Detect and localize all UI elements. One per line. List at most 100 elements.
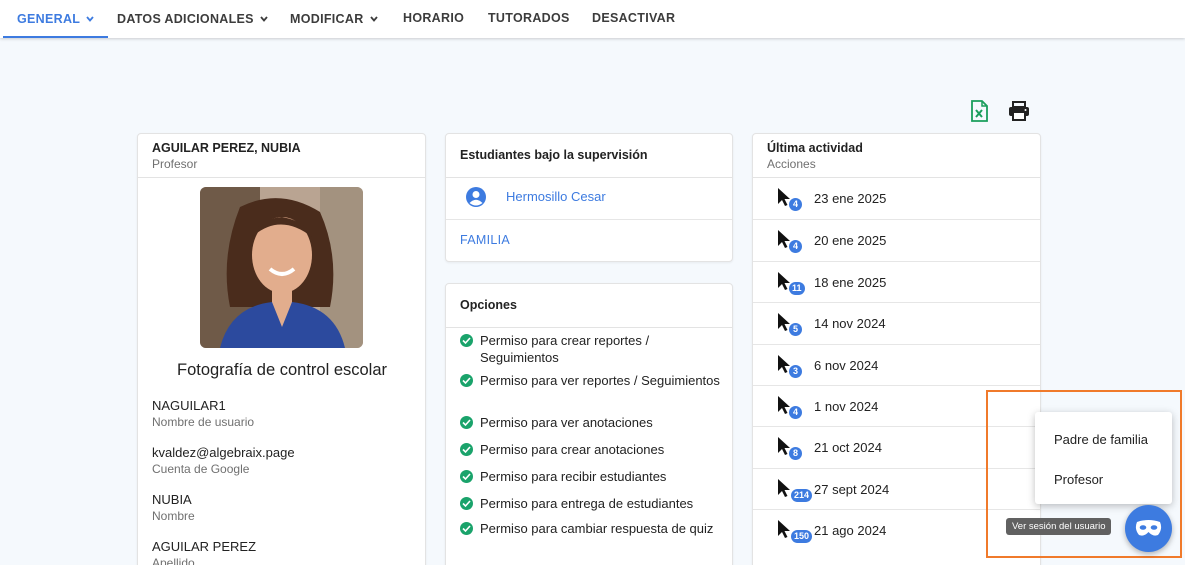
field-value: kvaldez@algebraix.page: [152, 445, 295, 460]
options-header: Opciones: [446, 284, 732, 328]
options-card: Opciones Permiso para crear reportes / S…: [445, 283, 733, 565]
print-icon[interactable]: [1008, 101, 1030, 126]
action-count-badge: 8: [789, 447, 802, 461]
student-link[interactable]: Hermosillo Cesar: [506, 189, 606, 204]
excel-icon[interactable]: [970, 100, 988, 127]
option-item: Permiso para ver reportes / Seguimientos: [460, 372, 730, 389]
option-label: Permiso para recibir estudiantes: [480, 469, 667, 484]
cursor-icon: [777, 478, 791, 503]
profile-card: AGUILAR PEREZ, NUBIA Profesor Fotografía…: [137, 133, 426, 565]
tab-tutorados[interactable]: TUTORADOS: [488, 0, 570, 38]
tab-label: HORARIO: [403, 11, 465, 25]
tab-label: DESACTIVAR: [592, 11, 676, 25]
activity-row[interactable]: 11 18 ene 2025: [753, 260, 1040, 303]
photo-caption: Fotografía de control escolar: [176, 361, 388, 379]
tab-label: DATOS ADICIONALES: [117, 12, 254, 26]
chevron-down-icon: [369, 0, 378, 37]
tab-horario[interactable]: HORARIO: [403, 0, 464, 38]
google-account-field: kvaldez@algebraix.page Cuenta de Google: [152, 445, 295, 476]
option-item: Permiso para crear reportes / Seguimient…: [460, 332, 730, 366]
field-value: NAGUILAR1: [152, 398, 226, 413]
action-count-badge: 11: [789, 281, 805, 295]
field-value: AGUILAR PEREZ: [152, 539, 257, 554]
cursor-icon: [777, 187, 791, 212]
activity-row[interactable]: 4 23 ene 2025: [753, 178, 1040, 220]
check-circle-icon: [460, 470, 473, 483]
field-label: Apellido: [152, 556, 195, 565]
check-circle-icon: [460, 334, 473, 347]
top-nav: GENERAL DATOS ADICIONALES MODIFICAR HORA…: [0, 0, 1185, 38]
activity-date: 27 sept 2024: [814, 481, 890, 497]
supervision-header: Estudiantes bajo la supervisión: [446, 134, 732, 178]
option-item: Permiso para entrega de estudiantes: [460, 495, 730, 512]
tab-label: GENERAL: [17, 12, 81, 26]
session-tooltip: Ver sesión del usuario: [1006, 518, 1112, 535]
option-label: Permiso para cambiar respuesta de quiz: [480, 521, 714, 536]
action-count-badge: 214: [791, 488, 813, 502]
option-label: Permiso para entrega de estudiantes: [480, 496, 694, 511]
menu-item-padre-de-familia[interactable]: Padre de familia: [1054, 432, 1148, 447]
action-count-badge: 150: [791, 530, 813, 544]
activity-subtitle: Acciones: [767, 157, 816, 171]
chevron-down-icon: [260, 0, 268, 37]
action-count-badge: 4: [789, 240, 802, 254]
supervision-title: Estudiantes bajo la supervisión: [460, 148, 648, 162]
activity-date: 20 ene 2025: [814, 233, 887, 249]
session-menu: Padre de familia Profesor: [1035, 412, 1172, 504]
cursor-icon: [777, 395, 791, 420]
profile-photo[interactable]: [200, 187, 363, 348]
cursor-icon: [777, 354, 791, 379]
tab-label: MODIFICAR: [290, 12, 364, 26]
activity-row[interactable]: 3 6 nov 2024: [753, 343, 1040, 386]
field-label: Cuenta de Google: [152, 462, 250, 476]
check-circle-icon: [460, 374, 473, 387]
activity-date: 18 ene 2025: [814, 274, 887, 290]
activity-date: 23 ene 2025: [814, 191, 887, 206]
profile-header: AGUILAR PEREZ, NUBIA Profesor: [138, 134, 425, 178]
activity-row[interactable]: 4 20 ene 2025: [753, 219, 1040, 261]
options-title: Opciones: [460, 298, 517, 312]
profile-name: AGUILAR PEREZ, NUBIA: [152, 141, 301, 155]
menu-item-profesor[interactable]: Profesor: [1054, 472, 1103, 487]
student-row[interactable]: Hermosillo Cesar: [446, 177, 732, 219]
option-item: Permiso para recibir estudiantes: [460, 468, 730, 485]
tab-modificar[interactable]: MODIFICAR: [290, 0, 378, 38]
check-circle-icon: [460, 522, 473, 535]
activity-title: Última actividad: [767, 141, 863, 155]
cursor-icon: [777, 519, 791, 544]
tab-desactivar[interactable]: DESACTIVAR: [592, 0, 675, 38]
check-circle-icon: [460, 497, 473, 510]
family-row: FAMILIA: [446, 219, 732, 261]
username-field: NAGUILAR1 Nombre de usuario: [152, 398, 254, 429]
profile-role: Profesor: [152, 157, 198, 171]
view-session-button[interactable]: [1125, 505, 1172, 552]
option-label: Permiso para crear anotaciones: [480, 442, 665, 457]
activity-row[interactable]: 5 14 nov 2024: [753, 302, 1040, 344]
check-circle-icon: [460, 443, 473, 456]
field-label: Nombre de usuario: [152, 415, 255, 429]
tab-general[interactable]: GENERAL: [3, 0, 109, 38]
check-circle-icon: [460, 416, 473, 429]
first-name-field: NUBIA Nombre: [152, 492, 195, 523]
user-circle-icon: [466, 187, 486, 212]
option-item: Permiso para ver anotaciones: [460, 414, 730, 431]
option-label: Permiso para crear reportes / Seguimient…: [480, 333, 650, 365]
tab-datos-adicionales[interactable]: DATOS ADICIONALES: [117, 0, 268, 38]
action-count-badge: 4: [789, 406, 802, 419]
cursor-icon: [777, 229, 791, 254]
action-count-badge: 3: [789, 364, 802, 378]
activity-date: 14 nov 2024: [814, 316, 886, 332]
field-value: NUBIA: [152, 492, 192, 507]
supervision-card: Estudiantes bajo la supervisión Hermosil…: [445, 133, 733, 262]
cursor-icon: [777, 436, 791, 461]
activity-date: 1 nov 2024: [814, 399, 879, 414]
action-count-badge: 5: [789, 323, 802, 337]
activity-date: 6 nov 2024: [814, 357, 879, 373]
family-link[interactable]: FAMILIA: [460, 233, 510, 247]
activity-date: 21 oct 2024: [814, 440, 882, 456]
cursor-icon: [777, 312, 791, 337]
option-item: Permiso para cambiar respuesta de quiz: [460, 520, 730, 537]
activity-date: 21 ago 2024: [814, 523, 887, 539]
option-item: Permiso para crear anotaciones: [460, 441, 730, 458]
last-name-field: AGUILAR PEREZ Apellido: [152, 539, 256, 565]
